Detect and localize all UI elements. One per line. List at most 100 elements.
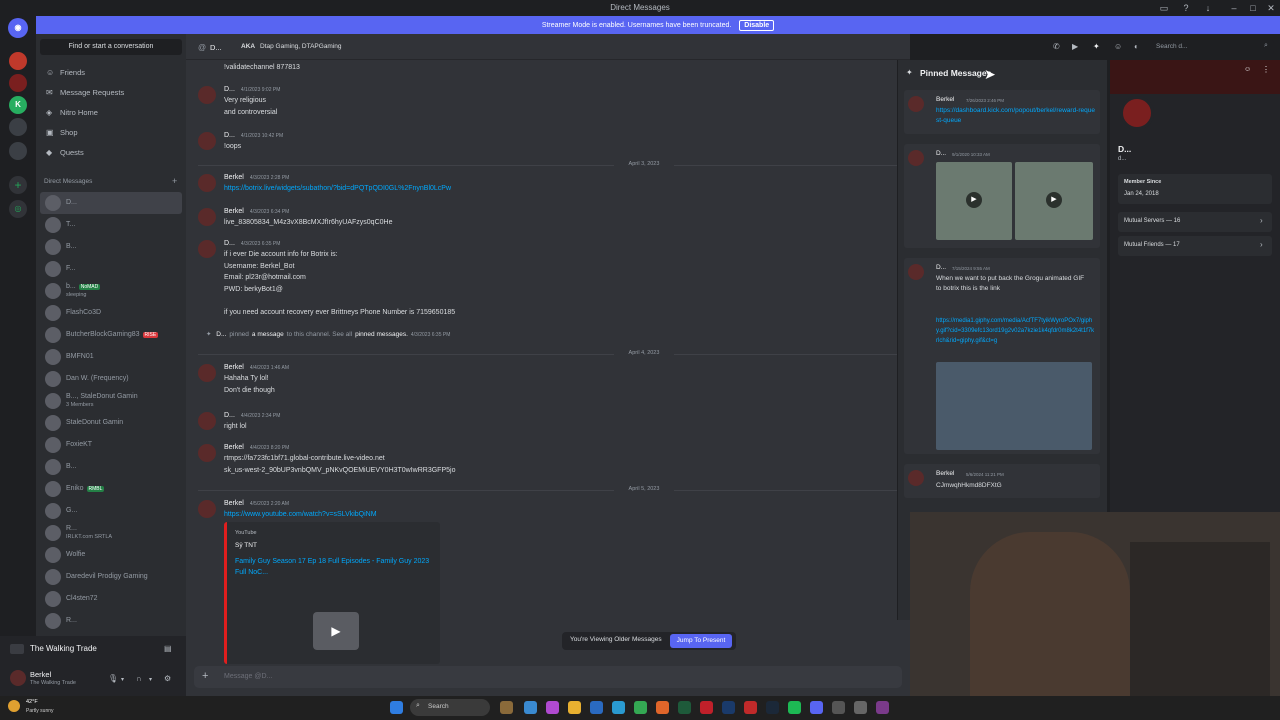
dm-item[interactable]: G...	[40, 500, 182, 522]
discord-home-icon[interactable]: ◉	[8, 18, 28, 38]
settings-gear-icon[interactable]: ⚙	[164, 674, 171, 683]
nav-nitro-home[interactable]: ◈ Nitro Home	[40, 104, 182, 122]
message-author-name[interactable]: Berkel	[224, 364, 244, 371]
headphones-icon[interactable]: ∩	[136, 674, 142, 683]
dm-item[interactable]: R... IRLKT.com SRTLA	[40, 522, 182, 544]
avatar[interactable]	[198, 132, 216, 150]
profile-toggle-icon[interactable]: ◐	[1134, 42, 1139, 51]
create-dm-icon[interactable]: +	[172, 176, 177, 186]
app-icon[interactable]	[700, 701, 713, 714]
app-icon[interactable]	[546, 701, 559, 714]
avatar[interactable]	[198, 208, 216, 226]
message-author-name[interactable]: Berkel	[224, 174, 244, 181]
nav-friends[interactable]: ☺ Friends	[40, 64, 182, 82]
obs-icon[interactable]	[744, 701, 757, 714]
file-explorer-icon[interactable]	[568, 701, 581, 714]
pinned-message-link[interactable]: a message	[252, 331, 284, 338]
dm-item[interactable]: T...	[40, 214, 182, 236]
pin-link[interactable]: https://dashboard.kick.com/popout/berkel…	[936, 106, 1096, 126]
dm-item[interactable]: Eniko RMBL	[40, 478, 182, 500]
dm-item[interactable]: B...	[40, 236, 182, 258]
dm-item[interactable]: ButcherBlockGaming83 RISE	[40, 324, 182, 346]
message-author-name[interactable]: D...	[224, 412, 235, 419]
app-icon[interactable]	[876, 701, 889, 714]
firefox-icon[interactable]	[656, 701, 669, 714]
dm-item[interactable]: BMFN01	[40, 346, 182, 368]
nav-quests[interactable]: ◆ Quests	[40, 144, 182, 162]
microphone-icon[interactable]: 🎙	[108, 674, 118, 683]
profile-avatar[interactable]	[1120, 96, 1154, 130]
server-icon[interactable]	[9, 52, 27, 70]
help-icon[interactable]: ?	[1179, 3, 1193, 13]
nav-shop[interactable]: ▣ Shop	[40, 124, 182, 142]
windows-start-icon[interactable]	[390, 701, 403, 714]
explore-servers-icon[interactable]: ◎	[9, 200, 27, 218]
message-author-name[interactable]: Berkel	[224, 444, 244, 451]
inbox-icon[interactable]: ▭	[1157, 3, 1171, 14]
chevron-down-icon[interactable]: ▾	[121, 676, 124, 683]
embed-channel[interactable]: Sÿ TNT	[235, 542, 257, 549]
avatar[interactable]	[198, 500, 216, 518]
dm-item[interactable]: R...	[40, 610, 182, 632]
pinned-message[interactable]: D... 7/15/2024 9:55 AM When we want to p…	[904, 258, 1100, 454]
steam-icon[interactable]	[766, 701, 779, 714]
message-input[interactable]: Message @D...	[224, 673, 272, 680]
search-input[interactable]: Search d... ⌕	[1152, 40, 1274, 54]
weather-icon[interactable]	[8, 700, 20, 712]
nav-message-requests[interactable]: ✉ Message Requests	[40, 84, 182, 102]
dm-item[interactable]: D...	[40, 192, 182, 214]
maximize-icon[interactable]: □	[1246, 3, 1260, 13]
grogu-gif-image[interactable]	[936, 362, 1092, 450]
avatar[interactable]	[198, 240, 216, 258]
dm-item[interactable]: Daredevil Prodigy Gaming	[40, 566, 182, 588]
dm-item[interactable]: F...	[40, 258, 182, 280]
find-conversation-button[interactable]: Find or start a conversation	[40, 39, 182, 55]
dm-item[interactable]: b... NoMAD sleeping	[40, 280, 182, 302]
video-play-icon[interactable]: ▶	[313, 612, 359, 650]
server-folder-icon[interactable]	[9, 118, 27, 136]
app-icon[interactable]	[678, 701, 691, 714]
message-link[interactable]: https://www.youtube.com/watch?v=sSLVkibQ…	[224, 511, 377, 518]
avatar[interactable]	[198, 174, 216, 192]
dm-item[interactable]: Dan W. (Frequency)	[40, 368, 182, 390]
message-link[interactable]: https://botrix.live/widgets/subathon/?bi…	[224, 185, 451, 192]
mutual-friends-row[interactable]: Mutual Friends — 17 ›	[1118, 236, 1272, 256]
app-icon[interactable]	[590, 701, 603, 714]
pin-icon[interactable]: ✦	[1093, 42, 1100, 51]
chrome-icon[interactable]	[634, 701, 647, 714]
pin-actor[interactable]: D...	[216, 331, 226, 338]
embed-title-link[interactable]: Family Guy Season 17 Ep 18 Full Episodes…	[235, 556, 435, 578]
attach-plus-icon[interactable]: +	[202, 670, 208, 682]
avatar[interactable]	[198, 444, 216, 462]
pinned-message[interactable]: Berkel 5/6/2024 11:21 PM CJmwqhHkmd8DFXt…	[904, 464, 1100, 498]
taskbar-search[interactable]: ⌕ Search	[410, 699, 490, 716]
message-author-name[interactable]: D...	[224, 86, 235, 93]
video-thumbnail[interactable]: ▶	[1015, 162, 1093, 240]
video-thumbnail[interactable]: ▶	[936, 162, 1012, 240]
disable-streamer-mode-button[interactable]: Disable	[739, 20, 775, 31]
dm-item[interactable]: FoxieKT	[40, 434, 182, 456]
app-icon[interactable]	[500, 701, 513, 714]
see-pinned-messages-link[interactable]: pinned messages.	[355, 331, 408, 338]
minimize-icon[interactable]: –	[1227, 3, 1241, 13]
discord-taskbar-icon[interactable]	[810, 701, 823, 714]
activity-title[interactable]: The Walking Trade	[30, 644, 97, 653]
add-server-icon[interactable]: +	[9, 176, 27, 194]
activity-chat-icon[interactable]: ▤	[164, 644, 172, 653]
spotify-icon[interactable]	[788, 701, 801, 714]
message-author-name[interactable]: Berkel	[224, 208, 244, 215]
download-icon[interactable]: ↓	[1201, 3, 1215, 13]
avatar[interactable]	[198, 412, 216, 430]
user-name[interactable]: Berkel	[30, 670, 51, 679]
dm-item[interactable]: Cl4sten72	[40, 588, 182, 610]
message-composer[interactable]: + Message @D...	[194, 666, 902, 688]
video-call-icon[interactable]: ▶	[1072, 42, 1078, 51]
voice-call-icon[interactable]: ✆	[1053, 42, 1060, 51]
kick-server-icon[interactable]: K	[9, 96, 27, 114]
pinned-message[interactable]: Berkel 7/26/2023 2:46 PM https://dashboa…	[904, 90, 1100, 134]
add-friend-icon[interactable]: ☺	[1244, 66, 1251, 73]
chevron-down-icon[interactable]: ▾	[149, 676, 152, 683]
app-icon[interactable]	[854, 701, 867, 714]
app-icon[interactable]	[524, 701, 537, 714]
dm-item[interactable]: B..., StaleDonut Gamin 3 Members	[40, 390, 182, 412]
